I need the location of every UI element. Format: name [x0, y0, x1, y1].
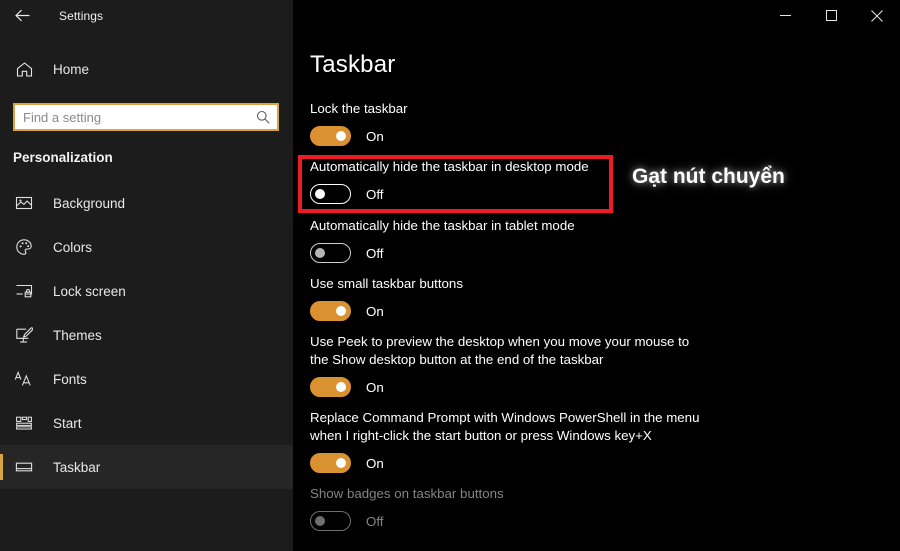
- sidebar-item-label: Taskbar: [53, 459, 101, 475]
- setting-toggle-row: Off: [310, 243, 900, 263]
- toggle-switch[interactable]: [310, 243, 351, 263]
- setting-toggle-row: On: [310, 126, 900, 146]
- setting-caption: Use small taskbar buttons: [310, 276, 463, 291]
- search-icon[interactable]: [255, 109, 271, 125]
- toggle-knob: [315, 516, 325, 526]
- setting-toggle-row: Off: [310, 511, 900, 531]
- back-button[interactable]: [0, 0, 44, 31]
- taskbar-icon: [13, 456, 35, 478]
- toggle-state-label: Off: [366, 245, 384, 261]
- toggle-switch[interactable]: [310, 184, 351, 204]
- window-body: Home Personalization: [0, 31, 900, 551]
- toggle-state-label: On: [366, 379, 384, 395]
- setting-auto-hide-tablet-mode: Automatically hide the taskbar in tablet…: [310, 217, 900, 263]
- app-title: Settings: [59, 8, 104, 23]
- start-menu-icon: [13, 412, 35, 434]
- setting-replace-command-prompt: Replace Command Prompt with Windows Powe…: [310, 409, 900, 473]
- setting-caption: Replace Command Prompt with Windows Powe…: [310, 410, 700, 443]
- sidebar-item-label: Start: [53, 415, 82, 431]
- toggle-knob: [336, 382, 346, 392]
- setting-caption: Show badges on taskbar buttons: [310, 486, 504, 501]
- sidebar-item-lock-screen[interactable]: Lock screen: [0, 269, 293, 313]
- sidebar-item-fonts[interactable]: Fonts: [0, 357, 293, 401]
- minimize-button[interactable]: [762, 0, 808, 31]
- minimize-icon: [779, 10, 791, 21]
- toggle-state-label: On: [366, 455, 384, 471]
- toggle-switch[interactable]: [310, 377, 351, 397]
- lock-screen-icon: [13, 280, 35, 302]
- palette-icon: [13, 236, 35, 258]
- title-bar: Settings: [0, 0, 900, 31]
- setting-auto-hide-desktop-mode: Automatically hide the taskbar in deskto…: [310, 158, 900, 204]
- title-bar-left: Settings: [0, 0, 293, 31]
- settings-window: Settings Home Find a setting Personaliza…: [0, 0, 900, 551]
- toggle-state-label: On: [366, 303, 384, 319]
- toggle-knob: [315, 248, 325, 258]
- maximize-button[interactable]: [808, 0, 854, 31]
- setting-toggle-row: On: [310, 301, 900, 321]
- toggle-state-label: Off: [366, 186, 384, 202]
- setting-caption: Automatically hide the taskbar in tablet…: [310, 218, 575, 233]
- sidebar-item-label: Fonts: [53, 371, 87, 387]
- page-title: Taskbar: [310, 51, 396, 78]
- setting-small-taskbar-buttons: Use small taskbar buttons On: [310, 275, 900, 321]
- window-controls: [762, 0, 900, 31]
- sidebar-item-label: Home: [53, 61, 90, 77]
- search-box[interactable]: [13, 103, 279, 131]
- toggle-state-label: On: [366, 128, 384, 144]
- close-button[interactable]: [854, 0, 900, 31]
- setting-use-peek: Use Peek to preview the desktop when you…: [310, 333, 900, 397]
- sidebar-item-label: Colors: [53, 239, 93, 255]
- sidebar-item-label: Background: [53, 195, 126, 211]
- toggle-knob: [336, 306, 346, 316]
- toggle-switch[interactable]: [310, 126, 351, 146]
- setting-caption: Lock the taskbar: [310, 101, 408, 116]
- main-content: Taskbar Lock the taskbar On Automaticall…: [293, 31, 900, 551]
- maximize-icon: [825, 10, 837, 21]
- toggle-switch[interactable]: [310, 453, 351, 473]
- sidebar-nav-list: Background Colors Lock screen Themes Fon…: [0, 181, 293, 489]
- picture-icon: [13, 192, 35, 214]
- search-input[interactable]: [23, 105, 255, 129]
- close-icon: [871, 9, 883, 22]
- sidebar-item-background[interactable]: Background: [0, 181, 293, 225]
- toggle-knob: [336, 131, 346, 141]
- sidebar-group-title: Personalization: [13, 150, 113, 165]
- themes-brush-icon: [13, 324, 35, 346]
- sidebar-item-taskbar[interactable]: Taskbar: [0, 445, 293, 489]
- sidebar-item-themes[interactable]: Themes: [0, 313, 293, 357]
- setting-show-badges: Show badges on taskbar buttons Off: [310, 485, 900, 531]
- fonts-aa-icon: [13, 368, 35, 390]
- sidebar: Home Personalization: [0, 31, 293, 551]
- setting-toggle-row: Off: [310, 184, 900, 204]
- toggle-knob: [336, 458, 346, 468]
- sidebar-item-label: Themes: [53, 327, 102, 343]
- sidebar-item-start[interactable]: Start: [0, 401, 293, 445]
- annotation-text: Gạt nút chuyển: [632, 165, 785, 188]
- home-icon: [13, 58, 35, 80]
- toggle-state-label: Off: [366, 513, 384, 529]
- setting-lock-the-taskbar: Lock the taskbar On: [310, 100, 900, 146]
- toggle-switch[interactable]: [310, 301, 351, 321]
- setting-toggle-row: On: [310, 377, 900, 397]
- back-arrow-icon: [14, 7, 31, 24]
- sidebar-item-colors[interactable]: Colors: [0, 225, 293, 269]
- sidebar-item-label: Lock screen: [53, 283, 126, 299]
- setting-toggle-row: On: [310, 453, 900, 473]
- toggle-switch: [310, 511, 351, 531]
- toggle-knob: [315, 189, 325, 199]
- sidebar-item-home[interactable]: Home: [0, 49, 293, 89]
- setting-caption: Use Peek to preview the desktop when you…: [310, 334, 690, 367]
